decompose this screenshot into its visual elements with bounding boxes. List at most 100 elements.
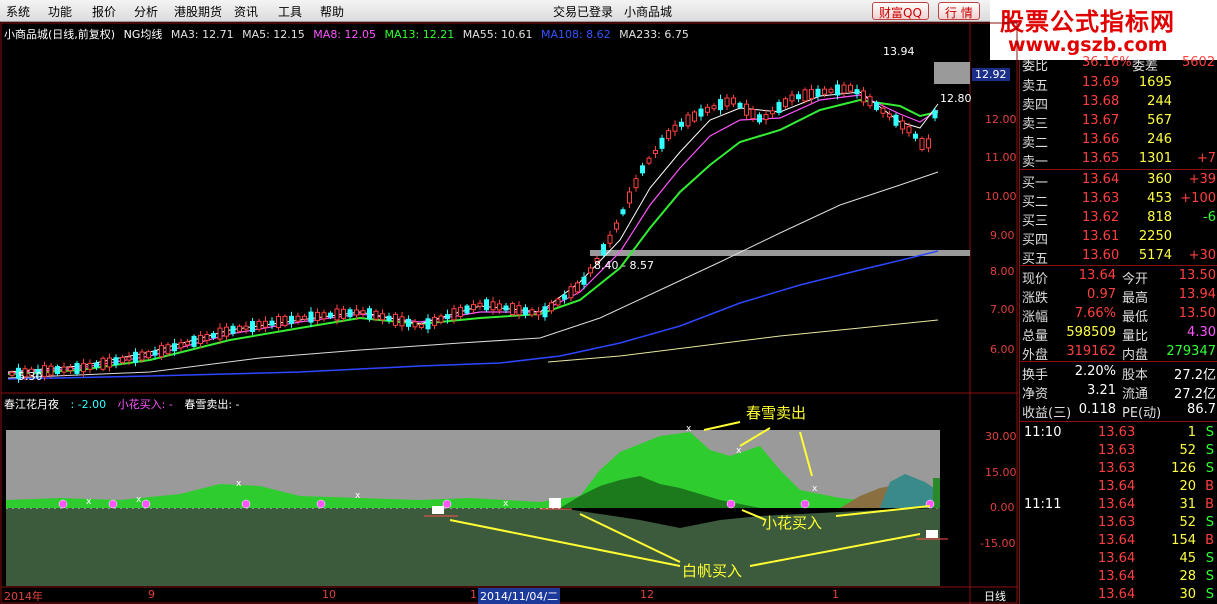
tick-row[interactable]: 13.64 28 S xyxy=(1020,568,1217,587)
fin-label-1: 净资 xyxy=(1022,387,1049,402)
stat-row[interactable]: 涨跌 0.97 最高 13.94 xyxy=(1020,286,1217,306)
fin-row[interactable]: 净资 3.21 流通 27.2亿 xyxy=(1020,382,1217,402)
tick-side: B xyxy=(1205,533,1214,548)
ask-row[interactable]: 卖三 13.67 567 xyxy=(1020,112,1217,132)
menu-news[interactable]: 资讯 xyxy=(234,3,258,20)
stat-row[interactable]: 涨幅 7.66% 最低 13.50 xyxy=(1020,305,1217,325)
stat-row[interactable]: 总量 598509 量比 4.30 xyxy=(1020,324,1217,344)
tick-price: 13.64 xyxy=(1098,587,1136,602)
ask-volume: 244 xyxy=(1147,94,1172,109)
tick-row[interactable]: 13.63 52 S xyxy=(1020,442,1217,461)
bid-row[interactable]: 买一 13.64 360 +39 xyxy=(1020,171,1217,191)
ind-tick-15: 15.00 xyxy=(985,466,1017,479)
menu-function[interactable]: 功能 xyxy=(48,3,72,20)
bid-row[interactable]: 买四 13.61 2250 xyxy=(1020,228,1217,248)
ask-row[interactable]: 卖二 13.66 246 xyxy=(1020,131,1217,151)
candle-body xyxy=(263,320,268,328)
tick-row[interactable]: 13.63 126 S xyxy=(1020,460,1217,479)
candle-body xyxy=(835,84,840,96)
candle-body xyxy=(874,101,879,110)
candle-body xyxy=(315,311,320,321)
tick-volume: 45 xyxy=(1179,551,1196,566)
ask-label: 卖四 xyxy=(1022,98,1049,113)
candle-body xyxy=(321,312,327,320)
candle-body xyxy=(646,157,652,164)
menu-help[interactable]: 帮助 xyxy=(320,3,344,20)
menu-quote[interactable]: 报价 xyxy=(92,3,116,20)
stat-row[interactable]: 外盘 319162 内盘 279347 xyxy=(1020,343,1217,363)
bid-row[interactable]: 买五 13.60 5174 +30 xyxy=(1020,247,1217,267)
menu-tools[interactable]: 工具 xyxy=(278,3,302,20)
window-stock-title: 小商品城 xyxy=(624,5,673,19)
tick-row[interactable]: 13.63 52 S xyxy=(1020,514,1217,533)
menu-system[interactable]: 系统 xyxy=(6,3,30,20)
menu-hk-futures[interactable]: 港股期货 xyxy=(174,3,222,20)
svg-text:x: x xyxy=(503,499,509,509)
candle-body xyxy=(328,312,333,318)
bid-row[interactable]: 买二 13.63 453 +100 xyxy=(1020,190,1217,210)
period-label[interactable]: 日线 xyxy=(984,588,1006,604)
tick-volume: 1 xyxy=(1187,425,1196,440)
quote-panel: 委比 36.16% 委差 5602 卖五 13.69 1695 卖四 13.68 244 卖… xyxy=(1019,55,1217,604)
ma55-label: MA55: 10.61 xyxy=(462,28,533,41)
price-tick-11: 11.00 xyxy=(985,151,1017,164)
candle-body xyxy=(412,321,418,328)
candle-body xyxy=(640,165,645,174)
svg-text:x: x xyxy=(136,495,142,505)
candle-body xyxy=(373,310,379,320)
bid-volume: 453 xyxy=(1147,191,1172,206)
chart-canvas[interactable]: x x x x x x x x xyxy=(0,22,1019,604)
tick-time: 11:11 xyxy=(1024,497,1062,512)
tick-volume: 31 xyxy=(1179,497,1196,512)
candle-body xyxy=(81,363,86,373)
ma233-label: MA233: 6.75 xyxy=(619,28,689,41)
ask-row[interactable]: 卖五 13.69 1695 xyxy=(1020,74,1217,94)
candle-body xyxy=(126,356,132,361)
candle-body xyxy=(718,99,723,111)
selected-date[interactable]: 2014/11/04/二 xyxy=(478,588,561,604)
ask-change: +7 xyxy=(1196,151,1216,166)
tick-volume: 126 xyxy=(1171,461,1196,476)
tick-price: 13.64 xyxy=(1098,479,1136,494)
ask-row[interactable]: 卖四 13.68 244 xyxy=(1020,93,1217,113)
tick-row[interactable]: 13.64 20 B xyxy=(1020,478,1217,497)
candle-body xyxy=(802,89,808,102)
wealth-qq-button[interactable]: 财富QQ xyxy=(872,2,929,20)
stat-value-1: 598509 xyxy=(1066,325,1116,340)
fin-row[interactable]: 换手 2.20% 股本 27.2亿 xyxy=(1020,363,1217,383)
tick-row[interactable]: 11:10 13.63 1 S xyxy=(1020,424,1217,443)
svg-text:x: x xyxy=(686,424,692,434)
candle-body xyxy=(178,342,184,349)
fin-row[interactable]: 收益(三) 0.118 PE(动) 86.7 xyxy=(1020,401,1217,421)
candle-body xyxy=(542,306,548,318)
candle-body xyxy=(9,371,15,376)
menu-analysis[interactable]: 分析 xyxy=(134,3,158,20)
price-tick-12: 12.00 xyxy=(985,113,1017,126)
candle-body xyxy=(633,178,639,189)
ask-label: 卖二 xyxy=(1022,136,1049,151)
indicator-legend: 春江花月夜 : -2.00 小花买入: - 春雪卖出: - xyxy=(4,396,248,412)
candle-body xyxy=(334,308,340,321)
bid-row[interactable]: 买三 13.62 818 -6 xyxy=(1020,209,1217,229)
tick-row[interactable]: 13.64 154 B xyxy=(1020,532,1217,551)
candle-body xyxy=(731,97,736,105)
ask-row[interactable]: 卖一 13.65 1301 +7 xyxy=(1020,150,1217,170)
bid-volume: 818 xyxy=(1147,210,1172,225)
tick-row[interactable]: 13.64 45 S xyxy=(1020,550,1217,569)
candle-body xyxy=(692,111,697,122)
tick-row[interactable]: 13.64 30 S xyxy=(1020,586,1217,604)
candle-body xyxy=(464,305,470,314)
candle-body xyxy=(48,365,54,376)
candle-body xyxy=(243,325,249,330)
ask-volume: 567 xyxy=(1147,113,1172,128)
ask-volume: 246 xyxy=(1147,132,1172,147)
candle-body xyxy=(289,315,294,324)
bid-price: 13.60 xyxy=(1082,248,1120,263)
candle-body xyxy=(360,310,366,315)
tick-row[interactable]: 11:11 13.64 31 B xyxy=(1020,496,1217,515)
stat-row[interactable]: 现价 13.64 今开 13.50 xyxy=(1020,267,1217,287)
candle-body xyxy=(308,311,314,323)
stat-label-1: 涨跌 xyxy=(1022,291,1049,306)
candle-body xyxy=(841,84,847,94)
quote-button[interactable]: 行 情 xyxy=(938,2,980,20)
